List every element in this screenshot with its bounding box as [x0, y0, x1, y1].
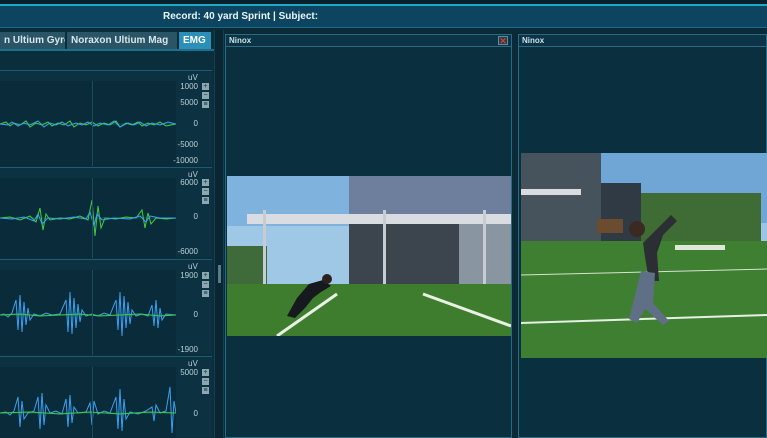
zoom-in-button[interactable]: +: [202, 83, 209, 90]
grid-line: [92, 270, 93, 355]
app-window: Record: 40 yard Sprint | Subject: n Ulti…: [0, 0, 767, 438]
zoom-in-button[interactable]: +: [202, 369, 209, 376]
emg-channel-3: uV 1900 0 -1900 + − ≡: [0, 259, 212, 355]
emg-trace-3: [0, 291, 176, 337]
zoom-out-button[interactable]: −: [202, 378, 209, 385]
tick-label: -5000: [177, 140, 198, 149]
tick-label: 0: [193, 119, 198, 128]
emg-axis-4: uV 5000 0 + − ≡: [176, 357, 212, 438]
grid-line: [92, 367, 93, 438]
tab-ultium-mag[interactable]: Noraxon Ultium Mag: [67, 32, 178, 49]
tick-label: -6000: [177, 247, 198, 256]
grid-line: [92, 81, 93, 166]
tick-label: -10000: [173, 156, 198, 165]
tick-label: 0: [193, 310, 198, 319]
channel-menu-button[interactable]: ≡: [202, 387, 209, 394]
unit-label: uV: [188, 359, 198, 368]
video-title-bar: Ninox: [519, 35, 766, 47]
video-title: Ninox: [229, 36, 252, 45]
close-icon[interactable]: ✕: [498, 36, 508, 46]
emg-axis-3: uV 1900 0 -1900 + − ≡: [176, 260, 212, 355]
unit-label: uV: [188, 262, 198, 271]
emg-channel-1: uV 1000 5000 0 -5000 -10000 + − ≡: [0, 70, 212, 166]
tick-label: 0: [193, 409, 198, 418]
video-frame-2[interactable]: [521, 153, 767, 358]
emg-channel-2: uV 6000 0 -6000 + − ≡: [0, 167, 212, 258]
splitter-grip[interactable]: [218, 265, 221, 283]
record-title-bar: Record: 40 yard Sprint | Subject:: [0, 6, 767, 28]
video-window-2: Ninox: [518, 34, 767, 438]
tab-underline: [0, 49, 214, 51]
emg-plot-3[interactable]: [0, 270, 176, 355]
tick-label: 0: [193, 212, 198, 221]
pane-splitter[interactable]: [214, 30, 224, 438]
tick-label: 6000: [180, 178, 198, 187]
emg-plot-2[interactable]: [0, 178, 176, 258]
unit-label: uV: [188, 73, 198, 82]
sprint-start-scene: [227, 176, 511, 336]
emg-trace-1: [0, 120, 176, 128]
video-title-bar: Ninox ✕: [226, 35, 511, 47]
emg-axis-1: uV 1000 5000 0 -5000 -10000 + − ≡: [173, 71, 212, 166]
channel-menu-button[interactable]: ≡: [202, 101, 209, 108]
tick-label: 5000: [180, 368, 198, 377]
video-window-1: Ninox ✕: [225, 34, 512, 438]
emg-pane: n Ultium Gyro Noraxon Ultium Mag EMG uV …: [0, 30, 214, 438]
video-title: Ninox: [522, 36, 545, 45]
zoom-out-button[interactable]: −: [202, 188, 209, 195]
tick-label: 5000: [180, 98, 198, 107]
emg-plot-4[interactable]: [0, 367, 176, 438]
emg-trace-4: [0, 386, 176, 434]
tick-label: 1000: [180, 82, 198, 91]
sensor-tabs: n Ultium Gyro Noraxon Ultium Mag EMG: [0, 30, 214, 51]
video-frame-1[interactable]: [227, 176, 511, 336]
zoom-in-button[interactable]: +: [202, 272, 209, 279]
tick-label: -1900: [177, 345, 198, 354]
emg-channel-4: uV 5000 0 + − ≡: [0, 356, 212, 438]
zoom-out-button[interactable]: −: [202, 281, 209, 288]
emg-trace-2: [0, 199, 176, 237]
emg-plot-1[interactable]: [0, 81, 176, 166]
zoom-in-button[interactable]: +: [202, 179, 209, 186]
channel-menu-button[interactable]: ≡: [202, 197, 209, 204]
emg-axis-2: uV 6000 0 -6000 + − ≡: [176, 168, 212, 258]
tick-label: 1900: [180, 271, 198, 280]
grid-line: [92, 178, 93, 258]
sprint-run-scene: [521, 153, 767, 358]
record-title: Record: 40 yard Sprint | Subject:: [163, 11, 319, 22]
zoom-out-button[interactable]: −: [202, 92, 209, 99]
tab-emg[interactable]: EMG: [179, 32, 212, 49]
tab-ultium-gyro[interactable]: n Ultium Gyro: [0, 32, 66, 49]
channel-menu-button[interactable]: ≡: [202, 290, 209, 297]
